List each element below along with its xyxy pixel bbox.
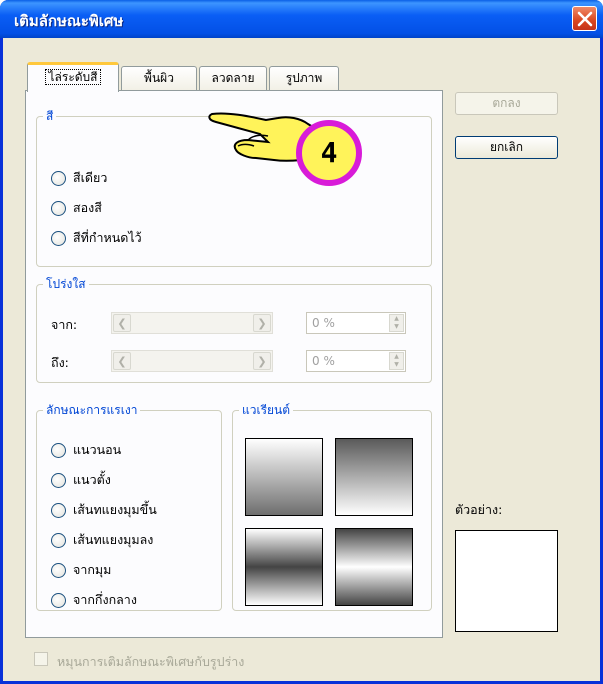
close-icon [577,11,593,27]
radio-from-corner[interactable]: จากมุม [51,560,111,580]
chevron-right-icon[interactable]: ❯ [253,352,271,370]
transparency-from-row: จาก: ❮ ❯ 0 % ▲ ▼ [51,312,421,334]
radio-label: เส้นทแยงมุมลง [73,532,154,547]
radio-button[interactable] [51,170,66,186]
tab-pattern-label: ลวดลาย [211,71,255,85]
window-title: เติมลักษณะพิเศษ [14,12,124,30]
transparency-group: โปร่งใส จาก: ❮ ❯ 0 % ▲ ▼ ถึง: ❮ ❯ 0 % ▲ … [36,275,432,383]
cancel-button[interactable]: ยกเลิก [455,136,558,159]
shading-group: ลักษณะการแรเงา แนวนอน แนวตั้ง เส้นทแยงมุ… [36,401,222,611]
rotate-fill-label: หมุนการเติมลักษณะพิเศษกับรูปร่าง [57,654,245,669]
chevron-left-icon[interactable]: ❮ [113,352,131,370]
radio-label: สองสี [73,200,102,215]
transparency-to-row: ถึง: ❮ ❯ 0 % ▲ ▼ [51,350,421,372]
to-slider[interactable]: ❮ ❯ [111,350,273,372]
radio-button[interactable] [51,562,66,578]
tab-pattern[interactable]: ลวดลาย [199,66,267,90]
radio-label: แนวตั้ง [73,472,111,487]
radio-button[interactable] [51,442,66,458]
radio-diagonal-up[interactable]: เส้นทแยงมุมขึ้น [51,500,157,520]
chevron-right-icon[interactable]: ❯ [253,314,271,332]
step-number-badge: 4 [296,120,362,186]
radio-two-colors[interactable]: สองสี [51,198,102,218]
step-callout: 4 [208,100,368,190]
transparency-legend: โปร่งใส [46,277,86,291]
ok-button[interactable]: ตกลง [455,92,558,115]
radio-label: เส้นทแยงมุมขึ้น [73,502,157,517]
title-bar: เติมลักษณะพิเศษ [0,0,603,38]
radio-from-center[interactable]: จากกึ่งกลาง [51,590,137,610]
radio-diagonal-down[interactable]: เส้นทแยงมุมลง [51,530,153,550]
close-button[interactable] [572,6,597,31]
spin-arrows[interactable]: ▲ ▼ [389,314,404,332]
tab-picture-label: รูปภาพ [285,71,323,85]
radio-button[interactable] [51,472,66,488]
radio-vertical[interactable]: แนวตั้ง [51,470,111,490]
to-value: 0 % [312,354,335,368]
tab-picture[interactable]: รูปภาพ [269,66,339,90]
radio-label: สีเดียว [73,170,108,185]
spin-down-icon[interactable]: ▼ [390,361,403,369]
radio-button[interactable] [51,592,66,608]
radio-label: จากมุม [73,562,112,577]
radio-label: แนวนอน [73,442,122,457]
from-spin-input[interactable]: 0 % ▲ ▼ [306,312,406,334]
preview-label: ตัวอย่าง: [455,502,503,517]
spin-down-icon[interactable]: ▼ [390,323,403,331]
variant-swatch-3[interactable] [245,528,323,606]
radio-button[interactable] [51,230,66,246]
radio-label: สีที่กำหนดไว้ [73,230,142,245]
shading-legend: ลักษณะการแรเงา [46,403,138,417]
tab-texture-label: พื้นผิว [144,71,174,85]
radio-label: จากกึ่งกลาง [73,592,137,607]
variant-swatch-1[interactable] [245,438,323,516]
radio-one-color[interactable]: สีเดียว [51,168,107,188]
spin-arrows[interactable]: ▲ ▼ [389,352,404,370]
radio-preset[interactable]: สีที่กำหนดไว้ [51,228,142,248]
radio-button[interactable] [51,502,66,518]
radio-button[interactable] [51,200,66,216]
from-value: 0 % [312,316,335,330]
to-spin-input[interactable]: 0 % ▲ ▼ [306,350,406,372]
spin-up-icon[interactable]: ▲ [390,315,403,323]
to-label: ถึง: [51,355,69,370]
colors-legend: สี [46,109,54,123]
variant-swatch-2[interactable] [335,438,413,516]
preview-box [455,530,558,632]
spin-up-icon[interactable]: ▲ [390,353,403,361]
variant-swatch-4[interactable] [335,528,413,606]
from-slider[interactable]: ❮ ❯ [111,312,273,334]
dialog-window: เติมลักษณะพิเศษ ไล่ระดับสี พื้นผิว ลวดลา… [0,0,603,684]
tab-gradient[interactable]: ไล่ระดับสี [27,62,119,92]
radio-button[interactable] [51,532,66,548]
radio-horizontal[interactable]: แนวนอน [51,440,121,460]
rotate-fill-checkbox[interactable] [34,652,48,666]
tab-gradient-label: ไล่ระดับสี [45,69,101,85]
chevron-left-icon[interactable]: ❮ [113,314,131,332]
variants-group: แวเรียนต์ [232,401,432,611]
from-label: จาก: [51,317,78,332]
variants-legend: แวเรียนต์ [242,403,291,417]
tab-texture[interactable]: พื้นผิว [121,66,197,90]
